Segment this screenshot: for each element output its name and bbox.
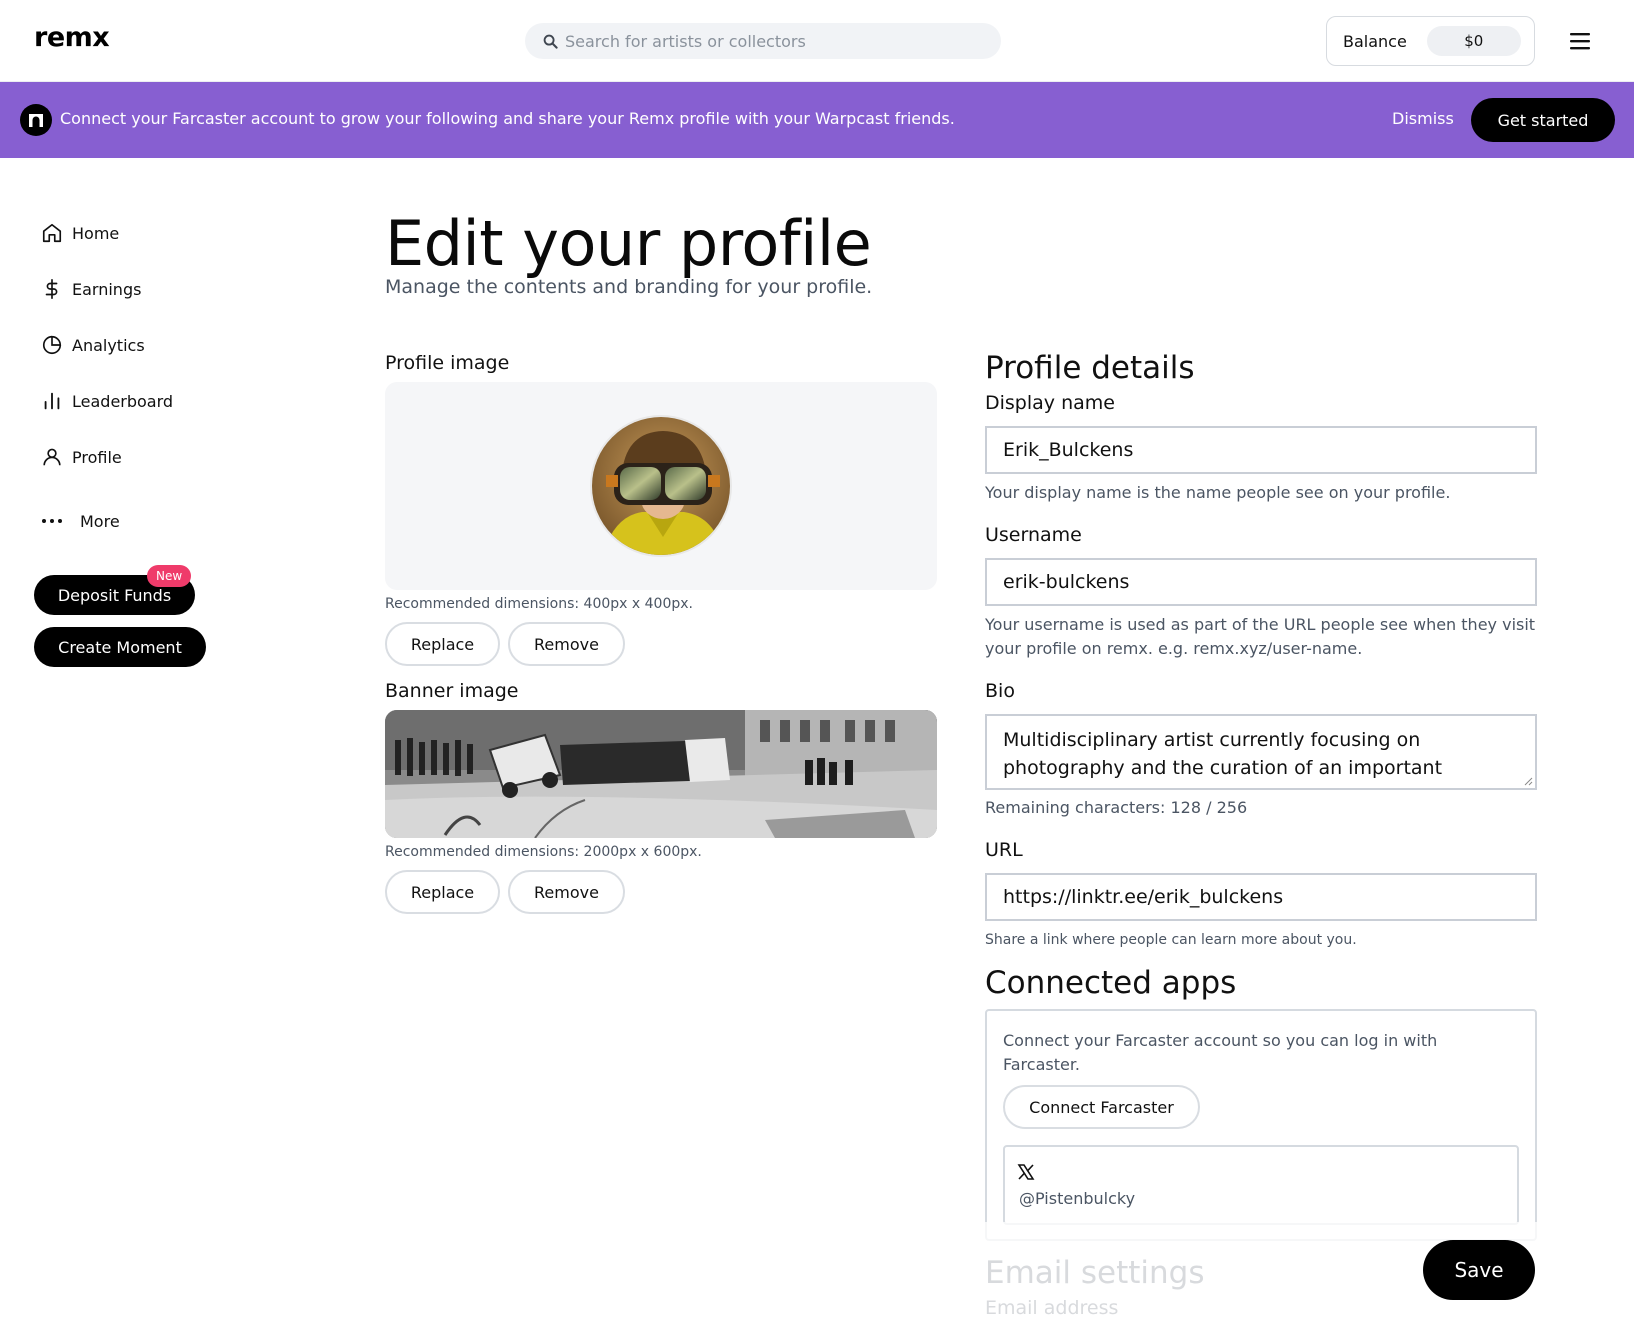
display-name-field[interactable] (985, 426, 1537, 474)
farcaster-logo-icon (20, 104, 52, 136)
farcaster-banner: Connect your Farcaster account to grow y… (0, 82, 1634, 158)
profile-image-preview (385, 382, 937, 590)
balance-widget[interactable]: Balance $0 (1326, 16, 1535, 66)
page-title: Edit your profile (385, 207, 872, 280)
save-button[interactable]: Save (1423, 1240, 1535, 1300)
bio-text: Multidisciplinary artist currently focus… (1003, 729, 1443, 788)
email-address-label: Email address (985, 1297, 1119, 1319)
sidebar-item-home[interactable]: Home (40, 218, 119, 248)
balance-label: Balance (1343, 31, 1407, 51)
x-logo-icon (1017, 1163, 1035, 1185)
banner-image-preview (385, 710, 937, 838)
connected-apps-heading: Connected apps (985, 965, 1237, 1001)
sidebar-item-profile[interactable]: Profile (40, 442, 122, 472)
remove-profile-image-button[interactable]: Remove (508, 622, 625, 666)
search-bar[interactable] (525, 23, 1001, 59)
avatar (590, 415, 732, 557)
profile-image-hint: Recommended dimensions: 400px x 400px. (385, 596, 693, 612)
bar-chart-icon (40, 389, 64, 413)
dismiss-button[interactable]: Dismiss (1392, 109, 1454, 128)
more-icon (40, 509, 64, 533)
search-icon (541, 32, 559, 50)
balance-value: $0 (1426, 26, 1521, 56)
x-handle: @Pistenbulcky (1019, 1189, 1136, 1208)
banner-image-hint: Recommended dimensions: 2000px x 600px. (385, 844, 702, 860)
sidebar-item-more[interactable]: More (40, 506, 120, 536)
url-field[interactable] (985, 873, 1537, 921)
remx-logo[interactable]: remx (34, 22, 110, 53)
user-icon (40, 445, 64, 469)
profile-details-heading: Profile details (985, 350, 1195, 386)
bio-remaining-count: Remaining characters: 128 / 256 (985, 798, 1248, 817)
home-icon (40, 221, 64, 245)
banner-message: Connect your Farcaster account to grow y… (60, 109, 955, 128)
username-field[interactable] (985, 558, 1537, 606)
profile-image-label: Profile image (385, 352, 510, 374)
replace-profile-image-button[interactable]: Replace (385, 622, 500, 666)
sidebar-item-analytics[interactable]: Analytics (40, 330, 145, 360)
sidebar-item-label: Leaderboard (72, 391, 174, 411)
display-name-label: Display name (985, 392, 1115, 414)
bio-field[interactable]: Multidisciplinary artist currently focus… (985, 714, 1537, 790)
hamburger-menu-icon[interactable] (1567, 30, 1593, 52)
sidebar-item-label: Home (72, 223, 120, 243)
remove-banner-image-button[interactable]: Remove (508, 870, 625, 914)
email-settings-heading: Email settings (985, 1255, 1205, 1291)
url-label: URL (985, 839, 1023, 861)
page-subtitle: Manage the contents and branding for you… (385, 276, 873, 298)
replace-banner-image-button[interactable]: Replace (385, 870, 500, 914)
pie-chart-icon (40, 333, 64, 357)
top-header: remx Balance $0 (0, 0, 1634, 82)
sidebar-item-leaderboard[interactable]: Leaderboard (40, 386, 173, 416)
sidebar-item-earnings[interactable]: Earnings (40, 274, 141, 304)
resize-grip-icon[interactable] (1523, 776, 1533, 786)
x-account-card: @Pistenbulcky (1003, 1145, 1519, 1225)
bio-label: Bio (985, 680, 1015, 702)
banner-image-label: Banner image (385, 680, 519, 702)
create-moment-button[interactable]: Create Moment (34, 627, 206, 667)
connected-apps-panel: Connect your Farcaster account so you ca… (985, 1009, 1537, 1241)
dollar-icon (40, 277, 64, 301)
sidebar-item-label: Analytics (72, 335, 145, 355)
sidebar-item-label: Profile (72, 447, 122, 467)
url-help: Share a link where people can learn more… (985, 932, 1357, 948)
search-input[interactable] (565, 31, 985, 51)
connect-farcaster-button[interactable]: Connect Farcaster (1003, 1085, 1200, 1129)
farcaster-connect-text: Connect your Farcaster account so you ca… (1003, 1031, 1438, 1074)
new-badge: New (147, 565, 192, 587)
sidebar-item-label: Earnings (72, 279, 142, 299)
get-started-button[interactable]: Get started (1471, 98, 1615, 142)
sidebar-item-label: More (80, 511, 120, 531)
username-label: Username (985, 524, 1082, 546)
username-help: Your username is used as part of the URL… (985, 615, 1536, 658)
display-name-help: Your display name is the name people see… (985, 483, 1451, 502)
